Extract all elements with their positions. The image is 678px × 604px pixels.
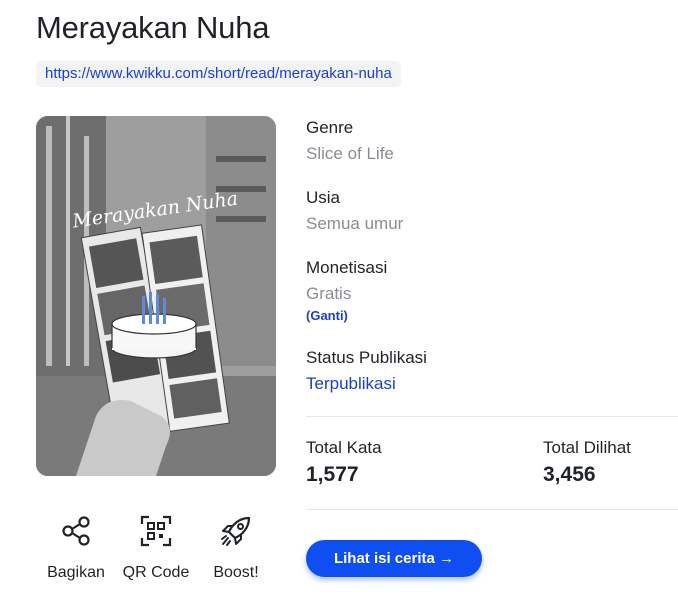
status-label: Status Publikasi [306,348,427,367]
total-words-label: Total Kata [306,438,382,457]
qr-code-label: QR Code [122,564,190,581]
change-monetization-link[interactable]: (Ganti) [306,308,387,323]
monetization-value: Gratis [306,284,352,303]
total-words-value: 1,577 [306,463,359,486]
genre-value: Slice of Life [306,144,394,163]
boost-button[interactable]: Boost! [196,514,276,582]
divider [306,509,678,510]
age-value: Semua umur [306,214,404,233]
age-section: Usia Semua umur [306,188,403,234]
genre-label: Genre [306,118,354,137]
rocket-icon [221,516,251,546]
monetization-section: Monetisasi Gratis (Ganti) [306,258,387,323]
divider [306,416,678,417]
status-section: Status Publikasi Terpublikasi [306,348,427,394]
genre-section: Genre Slice of Life [306,118,394,164]
share-button[interactable]: Bagikan [36,514,116,582]
story-url[interactable]: https://www.kwikku.com/short/read/meraya… [36,61,401,87]
share-icon [62,516,90,546]
qr-code-button[interactable]: QR Code [116,514,196,582]
age-label: Usia [306,188,341,207]
story-cover-image: Merayakan Nuha [36,116,276,476]
boost-label: Boost! [213,564,259,581]
story-title: Merayakan Nuha [36,10,270,45]
total-views-value: 3,456 [543,463,596,486]
monetization-label: Monetisasi [306,258,388,277]
qr-code-icon [140,515,172,547]
share-label: Bagikan [47,564,105,581]
status-value: Terpublikasi [306,374,396,393]
total-views-label: Total Dilihat [543,438,631,457]
read-story-button[interactable]: Lihat isi cerita → [306,540,482,577]
